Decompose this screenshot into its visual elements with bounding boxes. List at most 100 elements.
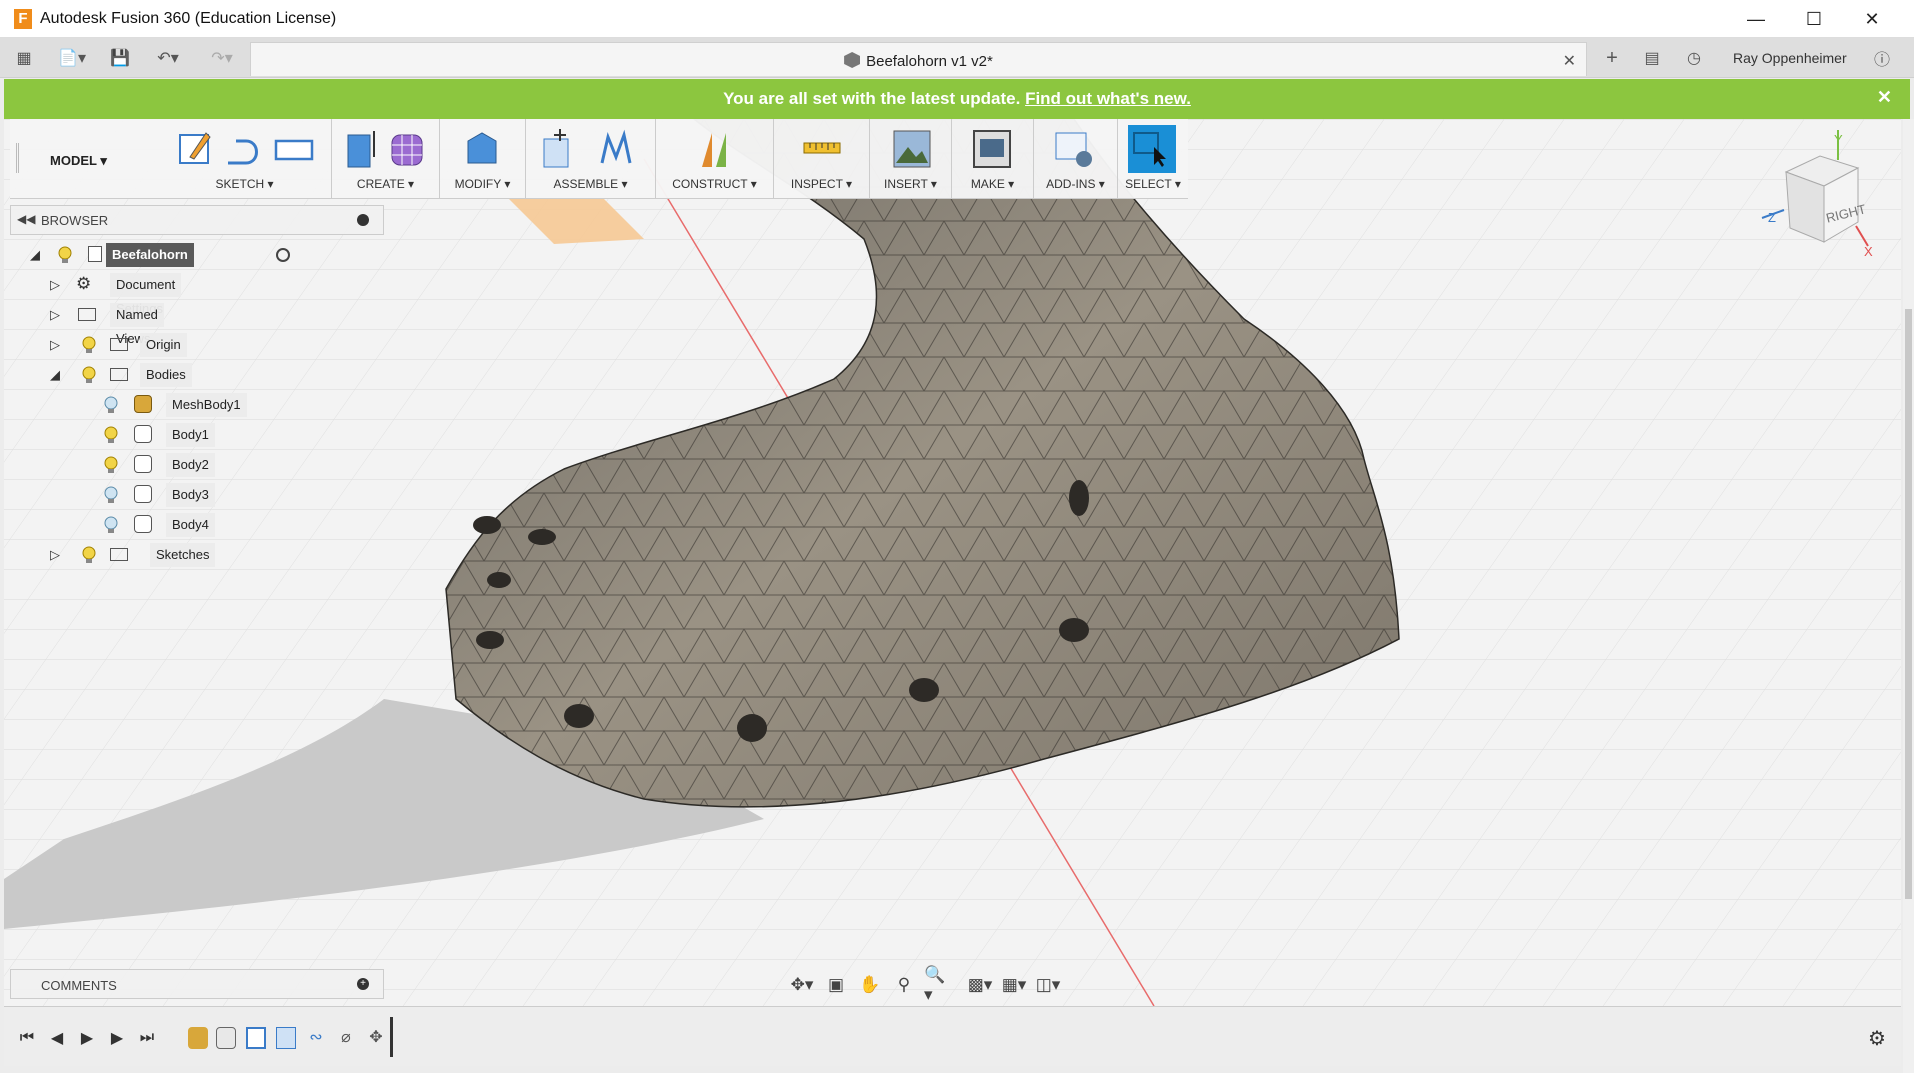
banner-close-icon[interactable]: ✕ [1877, 87, 1892, 108]
construct-menu[interactable]: CONSTRUCT ▾ [656, 177, 773, 191]
lightbulb-icon[interactable] [104, 426, 118, 444]
user-account[interactable]: Ray Oppenheimer [1733, 50, 1847, 66]
timeline-body-feature-icon[interactable] [216, 1027, 236, 1049]
close-tab-icon[interactable]: ✕ [1563, 51, 1576, 71]
lightbulb-icon[interactable] [104, 456, 118, 474]
joint-icon[interactable] [596, 127, 636, 171]
sketch-menu[interactable]: SKETCH ▾ [158, 177, 331, 191]
zoom-window-icon[interactable]: 🔍▾ [924, 965, 952, 1004]
rectangle-tool-icon[interactable] [274, 127, 314, 171]
whats-new-link[interactable]: Find out what's new. [1025, 89, 1191, 108]
timeline-move-feature-icon[interactable]: ∾ [306, 1027, 326, 1049]
workspace-switcher[interactable]: MODEL ▾ [50, 153, 107, 169]
lightbulb-icon[interactable] [82, 546, 96, 564]
scripts-addins-icon[interactable] [1054, 127, 1094, 171]
lightbulb-off-icon[interactable] [104, 516, 118, 534]
main-toolbar: MODEL ▾ SKETCH ▾ CREATE ▾ MODIFY ▾ ASSEM… [10, 119, 1188, 199]
display-settings-icon[interactable]: ▩▾ [966, 971, 994, 999]
add-comment-icon[interactable]: + [357, 978, 369, 990]
scrollbar-thumb[interactable] [1905, 309, 1912, 899]
view-cube[interactable]: Y Z X RIGHT [1760, 130, 1890, 260]
timeline-marker[interactable] [390, 1017, 393, 1057]
press-pull-icon[interactable] [462, 127, 502, 171]
job-status-icon[interactable]: ▤ [1640, 46, 1664, 70]
insert-menu[interactable]: INSERT ▾ [870, 177, 951, 191]
expand-triangle-icon[interactable]: ▷ [50, 337, 60, 353]
step-back-icon[interactable]: ◀ [46, 1027, 68, 1049]
form-icon[interactable] [388, 127, 428, 171]
undo-icon[interactable]: ↶▾ [148, 46, 188, 70]
timeline-transform-feature-icon[interactable]: ✥ [366, 1027, 386, 1049]
document-tab[interactable]: Beefalohorn v1 v2* ✕ [250, 42, 1587, 76]
body-icon [134, 455, 152, 473]
select-group: SELECT ▾ [1118, 119, 1188, 199]
activate-component-icon[interactable] [276, 248, 290, 262]
expand-triangle-icon[interactable]: ▷ [50, 277, 60, 293]
create-sketch-icon[interactable] [176, 127, 216, 171]
save-icon[interactable]: 💾 [108, 46, 132, 70]
play-icon[interactable]: ▶ [76, 1027, 98, 1049]
timeline-split-feature-icon[interactable]: ⌀ [336, 1027, 356, 1049]
create-group: CREATE ▾ [332, 119, 440, 199]
file-menu-icon[interactable]: 📄▾ [52, 46, 92, 70]
data-panel-grid-icon[interactable]: ▦ [12, 46, 36, 70]
minimize-button[interactable]: — [1727, 0, 1785, 38]
collapse-browser-icon[interactable]: ◀◀ [17, 212, 35, 226]
lightbulb-icon[interactable] [82, 366, 96, 384]
make-menu[interactable]: MAKE ▾ [952, 177, 1033, 191]
line-tool-icon[interactable] [224, 127, 264, 171]
make-group: MAKE ▾ [952, 119, 1034, 199]
clock-icon[interactable]: ◷ [1682, 46, 1706, 70]
new-tab-plus-icon[interactable]: + [1600, 46, 1624, 70]
step-forward-icon[interactable]: ▶ [106, 1027, 128, 1049]
grid-settings-icon[interactable]: ▦▾ [1000, 971, 1028, 999]
lightbulb-off-icon[interactable] [104, 486, 118, 504]
create-menu[interactable]: CREATE ▾ [332, 177, 439, 191]
offset-plane-icon[interactable] [696, 127, 736, 171]
pan-icon[interactable]: ✋ [856, 971, 884, 999]
timeline-sketch-feature-icon[interactable] [246, 1027, 266, 1049]
zoom-icon[interactable]: ⚲ [890, 971, 918, 999]
lightbulb-icon[interactable] [58, 246, 72, 264]
go-to-start-icon[interactable]: ⏮ [16, 1027, 38, 1049]
tree-item-label: Sketches [150, 543, 216, 567]
quick-access-bar: ▦ 📄▾ 💾 ↶▾ ↷▾ Beefalohorn v1 v2* ✕ + ▤ ◷ … [0, 38, 1914, 78]
viewports-icon[interactable]: ◫▾ [1034, 971, 1062, 999]
look-at-icon[interactable]: ▣ [822, 971, 850, 999]
select-menu[interactable]: SELECT ▾ [1118, 177, 1188, 191]
3d-print-icon[interactable] [972, 127, 1012, 171]
expand-triangle-icon[interactable]: ▷ [50, 307, 60, 323]
lightbulb-icon[interactable] [82, 336, 96, 354]
orbit-icon[interactable]: ✥▾ [788, 971, 816, 999]
right-scrollbar[interactable] [1903, 119, 1914, 1073]
addins-menu[interactable]: ADD-INS ▾ [1034, 177, 1117, 191]
go-to-end-icon[interactable]: ⏭ [136, 1027, 158, 1049]
expand-triangle-icon[interactable]: ▷ [50, 547, 60, 563]
assemble-menu[interactable]: ASSEMBLE ▾ [526, 177, 655, 191]
comments-panel: COMMENTS + [10, 969, 384, 999]
help-icon[interactable]: ⓘ [1870, 46, 1894, 70]
document-tab-title: Beefalohorn v1 v2* [866, 53, 993, 70]
inspect-menu[interactable]: INSPECT ▾ [774, 177, 869, 191]
select-tool-icon[interactable] [1128, 125, 1176, 173]
body-icon [134, 485, 152, 503]
extrude-icon[interactable] [342, 127, 382, 171]
attached-canvas-icon[interactable] [892, 127, 932, 171]
lightbulb-off-icon[interactable] [104, 396, 118, 414]
folder-icon [110, 338, 128, 351]
browser-minimize-icon[interactable] [357, 214, 369, 226]
timeline-settings-gear-icon[interactable]: ⚙ [1866, 1027, 1888, 1050]
expand-triangle-icon[interactable]: ◢ [30, 247, 40, 263]
close-window-button[interactable]: ✕ [1843, 0, 1901, 38]
new-component-icon[interactable] [540, 127, 580, 171]
tree-item-label: Origin [140, 333, 187, 357]
timeline-extrude-feature-icon[interactable] [276, 1027, 296, 1049]
measure-icon[interactable] [802, 127, 842, 171]
timeline-mesh-feature-icon[interactable] [188, 1027, 208, 1049]
toolbar-grip[interactable] [16, 143, 19, 173]
mesh-body-icon [134, 395, 152, 413]
collapse-triangle-icon[interactable]: ◢ [50, 367, 60, 383]
maximize-button[interactable]: ☐ [1785, 0, 1843, 38]
modify-menu[interactable]: MODIFY ▾ [440, 177, 525, 191]
redo-icon[interactable]: ↷▾ [202, 46, 242, 70]
